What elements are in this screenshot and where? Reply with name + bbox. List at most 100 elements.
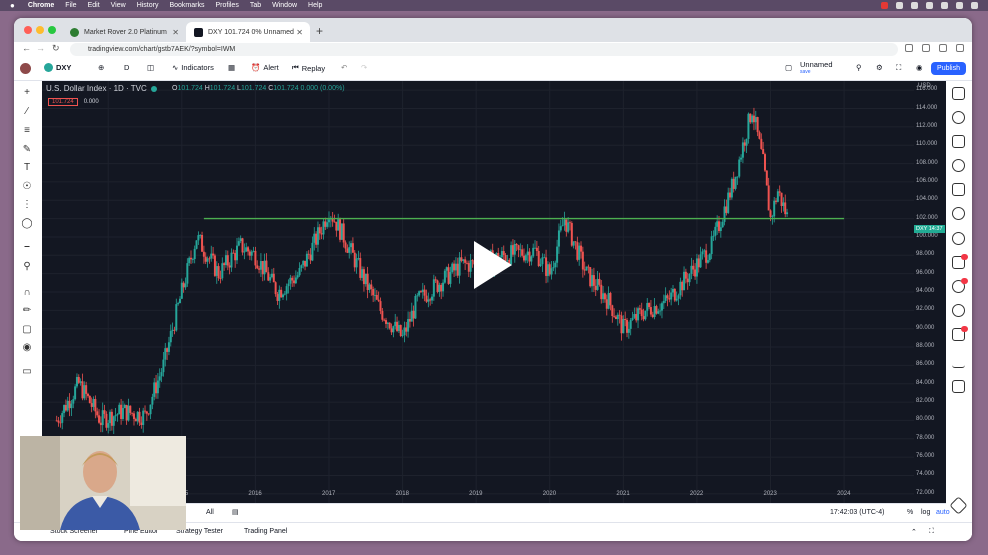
timezone-clock[interactable]: 17:42:03 (UTC-4) [830, 509, 884, 516]
menu-edit[interactable]: Edit [88, 2, 100, 9]
alerts-clock-icon[interactable] [952, 111, 965, 124]
candle-body [714, 226, 717, 236]
menu-file[interactable]: File [65, 2, 76, 9]
maximize-panel-icon[interactable]: ⛶ [929, 528, 934, 536]
pattern-icon[interactable]: ☉ [21, 181, 33, 193]
wifi-icon[interactable] [941, 2, 948, 9]
interval-button[interactable]: D [124, 63, 129, 72]
settings-gear-icon[interactable]: ⚙ [876, 63, 883, 72]
compare-symbol-icon[interactable]: ⊕ [98, 63, 104, 72]
apple-icon[interactable]: ● [10, 1, 15, 10]
close-tab-icon[interactable]: ✕ [172, 28, 179, 37]
pulse-icon[interactable] [952, 355, 965, 368]
prediction-icon[interactable]: ⋮ [21, 199, 33, 211]
indicators-button[interactable]: ∿ Indicators [172, 63, 214, 72]
range-all-button[interactable]: All [206, 509, 214, 516]
tab-dxy[interactable]: DXY 101.724 0% Unnamed ✕ [186, 22, 310, 42]
tab-market-rover[interactable]: Market Rover 2.0 Platinum ✕ [62, 22, 186, 42]
camera-icon[interactable]: ◉ [916, 63, 923, 72]
data-window-icon[interactable] [952, 135, 965, 148]
crosshair-icon[interactable]: + [21, 87, 33, 99]
brush-icon[interactable]: ✎ [21, 144, 33, 156]
dom-icon[interactable] [952, 380, 965, 393]
ruler-icon[interactable]: ⎯ [21, 241, 33, 253]
alert-button[interactable]: ⏰ Alert [251, 63, 279, 72]
menu-profiles[interactable]: Profiles [215, 2, 238, 9]
trendline-icon[interactable]: ∕ [21, 106, 33, 118]
calendar-icon[interactable] [952, 183, 965, 196]
candle-body [291, 277, 294, 281]
watchlist-icon[interactable] [952, 87, 965, 100]
currency-label[interactable]: USD [918, 83, 931, 89]
redo-icon[interactable]: ↷ [361, 63, 367, 72]
magnet-icon[interactable]: ∩ [21, 287, 33, 299]
publish-button[interactable]: Publish [931, 62, 966, 75]
fullscreen-icon[interactable]: ⛶ [896, 63, 901, 73]
replay-button[interactable]: ⏮ Replay [292, 63, 325, 73]
candle-body [418, 291, 421, 296]
undo-icon[interactable]: ↶ [341, 63, 347, 72]
candle-body [578, 245, 581, 260]
percent-toggle[interactable]: % [907, 509, 913, 516]
ideas-lightbulb-icon[interactable] [952, 207, 965, 220]
menu-bookmarks[interactable]: Bookmarks [169, 2, 204, 9]
auto-scale-toggle[interactable]: auto [936, 509, 950, 516]
new-tab-button[interactable]: + [316, 24, 323, 38]
text-icon[interactable]: T [21, 162, 33, 174]
layers-icon[interactable] [949, 496, 968, 515]
menu-view[interactable]: View [111, 2, 126, 9]
zoom-window-button[interactable] [48, 26, 56, 34]
forward-arrow-icon[interactable]: → [36, 43, 45, 53]
hotlist-icon[interactable] [952, 159, 965, 172]
menu-window[interactable]: Window [272, 2, 297, 9]
candle-body [412, 310, 415, 319]
menu-help[interactable]: Help [308, 2, 322, 9]
menu-history[interactable]: History [137, 2, 159, 9]
back-arrow-icon[interactable]: ← [22, 43, 31, 53]
lock-icon[interactable]: ▢ [21, 324, 33, 336]
candle-body [167, 342, 170, 352]
extension-icon[interactable] [905, 44, 913, 52]
chart-type-icon[interactable]: ◫ [147, 63, 154, 72]
more-menu-icon[interactable] [956, 44, 964, 52]
eye-icon[interactable]: ◉ [21, 342, 33, 354]
layout-icon[interactable]: ▢ [785, 63, 792, 72]
search-icon[interactable] [956, 2, 963, 9]
status-icon[interactable] [911, 2, 918, 9]
log-toggle[interactable]: log [921, 509, 930, 516]
candle-body [311, 242, 314, 261]
pencil-lock-icon[interactable]: ✏ [21, 305, 33, 317]
sidebar-icon[interactable] [922, 44, 930, 52]
zoom-icon[interactable]: ⚲ [21, 261, 33, 273]
chat-icon[interactable] [952, 232, 965, 245]
fib-icon[interactable]: ≡ [21, 125, 33, 137]
status-icon[interactable] [896, 2, 903, 9]
close-tab-icon[interactable]: ✕ [296, 28, 303, 37]
user-avatar[interactable] [20, 63, 31, 74]
symbol-search-button[interactable]: DXY [44, 63, 71, 72]
profile-icon[interactable] [939, 44, 947, 52]
control-center-icon[interactable] [971, 2, 978, 9]
url-field[interactable]: tradingview.com/chart/gstb7AEK/?symbol=I… [70, 43, 898, 56]
shapes-icon[interactable]: ◯ [21, 218, 33, 230]
broadcast-icon[interactable] [952, 304, 965, 317]
video-play-icon[interactable] [474, 241, 512, 289]
menu-tab[interactable]: Tab [250, 2, 261, 9]
status-icon[interactable] [926, 2, 933, 9]
candle-body [620, 315, 623, 334]
minimize-window-button[interactable] [36, 26, 44, 34]
status-icon[interactable] [881, 2, 888, 9]
trash-icon[interactable]: ▭ [21, 366, 33, 378]
close-window-button[interactable] [24, 26, 32, 34]
layout-name-button[interactable]: Unnamed save [800, 60, 833, 75]
sell-badge[interactable]: 101.724 [48, 98, 78, 106]
menu-app-chrome[interactable]: Chrome [28, 2, 54, 9]
reload-icon[interactable]: ↻ [52, 43, 60, 54]
templates-icon[interactable]: ▦ [228, 63, 235, 72]
goto-date-icon[interactable]: ▤ [232, 508, 239, 516]
tab-trading-panel[interactable]: Trading Panel [244, 528, 287, 535]
candle-body [622, 318, 625, 334]
collapse-panel-icon[interactable]: ⌃ [911, 528, 917, 536]
price-scale[interactable]: 116.000 114.000 112.000 110.000 108.000 106.0… [914, 81, 946, 503]
search-icon[interactable]: ⚲ [856, 63, 862, 72]
